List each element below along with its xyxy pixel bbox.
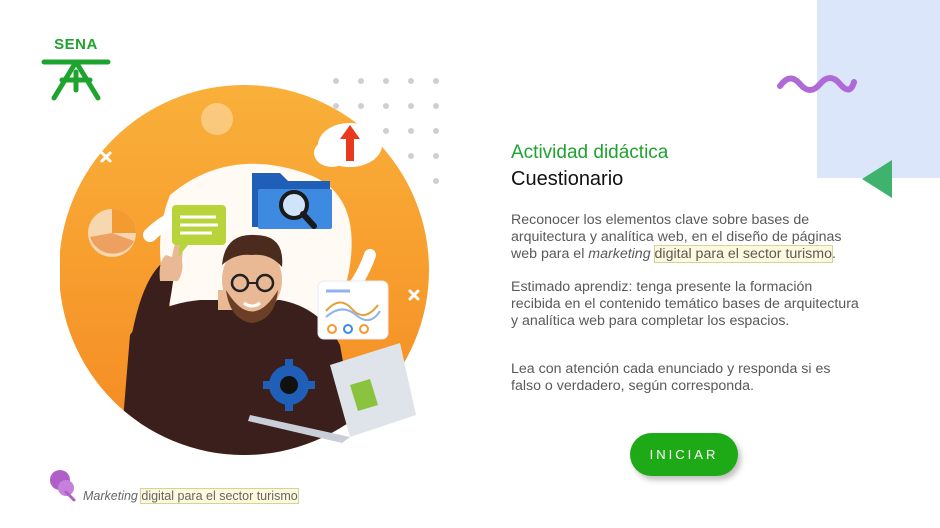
objective-highlight: digital para el sector turismo (653, 245, 833, 263)
activity-title: Cuestionario (511, 168, 624, 190)
answer-instructions-paragraph: Lea con atención cada enunciado y respon… (511, 361, 831, 394)
pin-icon (50, 470, 76, 502)
footer-highlight: digital para el sector turismo (140, 488, 299, 504)
footer-italic: Marketing (83, 489, 138, 503)
pie-chart-icon (88, 209, 136, 257)
hero-illustration (60, 85, 429, 455)
objective-paragraph: Reconocer los elementos clave sobre base… (511, 212, 859, 263)
objective-end: . (831, 246, 836, 262)
instructions-paragraph: Estimado aprendiz: tenga presente la for… (511, 279, 859, 329)
start-button[interactable]: INICIAR (630, 433, 738, 476)
objective-italic: marketing (588, 246, 651, 262)
objective-space (651, 246, 655, 262)
squiggle-decoration-icon (777, 75, 857, 93)
analytics-card-icon (317, 280, 389, 340)
triangle-decoration-icon (862, 160, 892, 198)
folder-search-icon (252, 173, 332, 229)
footer-caption: Marketing digital para el sector turismo (83, 488, 299, 504)
activity-kind: Actividad didáctica (511, 142, 669, 163)
